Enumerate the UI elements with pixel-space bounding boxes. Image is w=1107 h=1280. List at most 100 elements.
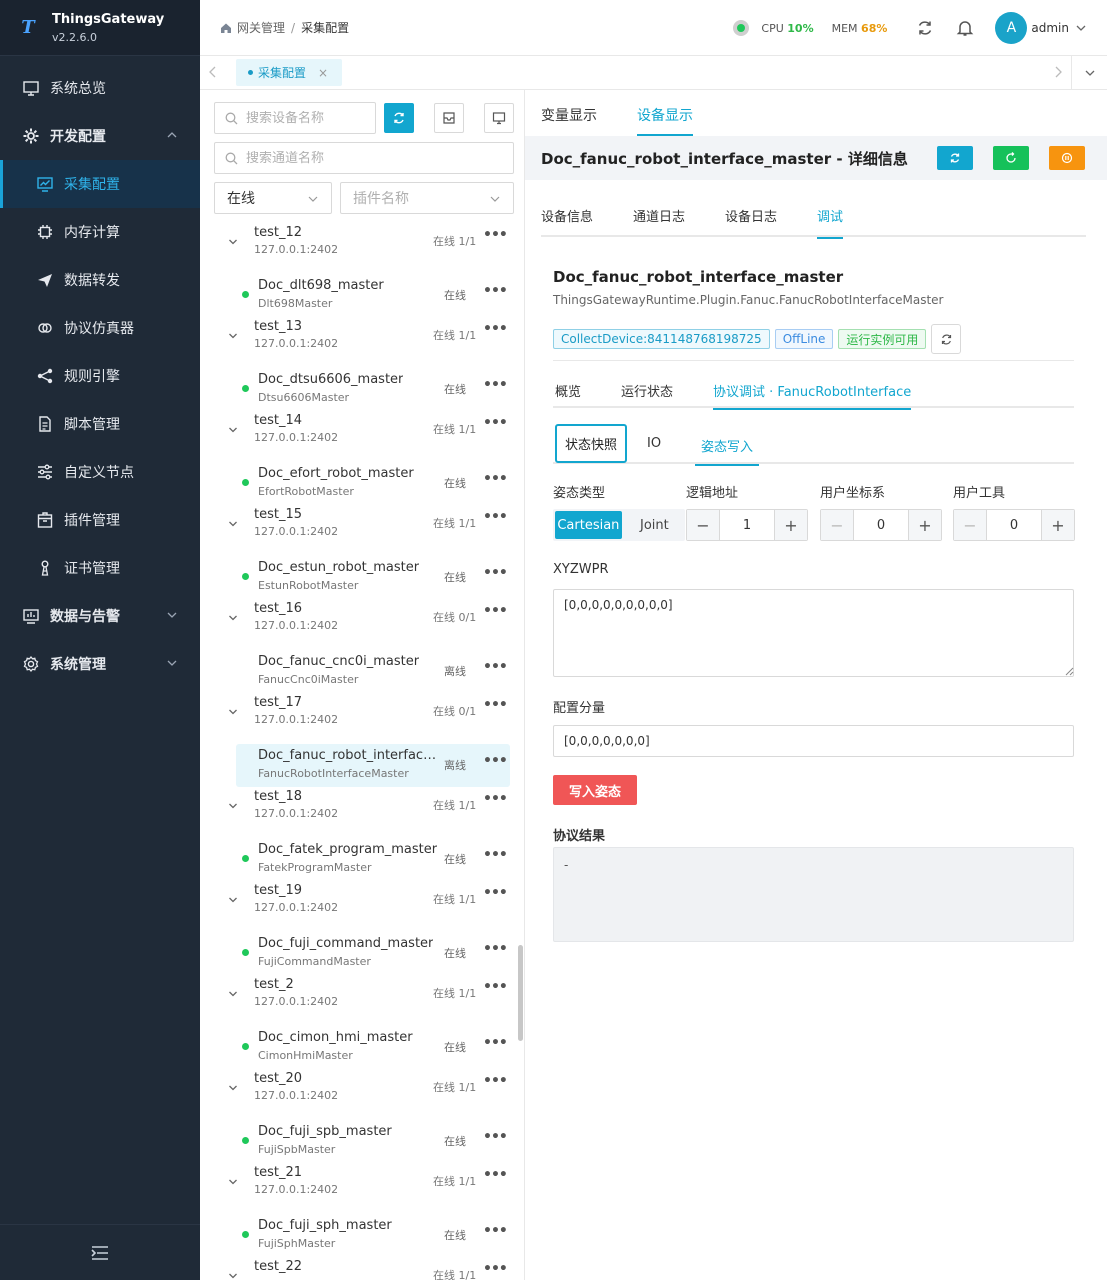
sidebar-item-9[interactable]: 插件管理: [0, 496, 200, 544]
more-icon[interactable]: •••: [483, 509, 508, 525]
decrement-button[interactable]: −: [821, 510, 853, 540]
chevron-down-icon[interactable]: [228, 801, 238, 811]
device-search-input[interactable]: [214, 102, 376, 134]
close-icon[interactable]: ×: [318, 66, 328, 80]
channel-group[interactable]: test_22 在线 1/1 •••: [214, 1259, 514, 1280]
resize-handle-icon[interactable]: [1065, 667, 1074, 676]
increment-button[interactable]: +: [909, 510, 941, 540]
status-filter-select[interactable]: 在线: [214, 182, 332, 214]
more-icon[interactable]: •••: [483, 603, 508, 619]
chevron-down-icon[interactable]: [228, 425, 238, 435]
chevron-down-icon[interactable]: [228, 1083, 238, 1093]
device-item[interactable]: Doc_fanuc_robot_interface_master FanucRob…: [214, 742, 514, 789]
sidebar-item-4[interactable]: 数据转发: [0, 256, 200, 304]
sidebar-item-8[interactable]: 自定义节点: [0, 448, 200, 496]
channel-group[interactable]: test_2 127.0.0.1:2402 在线 1/1 •••: [214, 977, 514, 1024]
tree-scrollbar[interactable]: [518, 945, 523, 1041]
tab-state-snapshot[interactable]: 状态快照: [555, 424, 627, 463]
device-item[interactable]: Doc_efort_robot_master EfortRobotMaster 在线…: [214, 460, 514, 507]
sidebar-item-7[interactable]: 脚本管理: [0, 400, 200, 448]
sidebar-item-5[interactable]: 协议仿真器: [0, 304, 200, 352]
pause-button[interactable]: [1049, 146, 1085, 170]
sidebar-item-0[interactable]: 系统总览: [0, 64, 200, 112]
more-icon[interactable]: •••: [483, 885, 508, 901]
sidebar-item-6[interactable]: 规则引擎: [0, 352, 200, 400]
write-pose-button[interactable]: 写入姿态: [553, 775, 637, 805]
more-icon[interactable]: •••: [483, 753, 508, 769]
sidebar-item-3[interactable]: 内存计算: [0, 208, 200, 256]
increment-button[interactable]: +: [1042, 510, 1074, 540]
channel-group[interactable]: test_21 127.0.0.1:2402 在线 1/1 •••: [214, 1165, 514, 1212]
sidebar-item-12[interactable]: 系统管理: [0, 640, 200, 688]
more-icon[interactable]: •••: [483, 1073, 508, 1089]
avatar[interactable]: A: [995, 12, 1028, 44]
device-item[interactable]: Doc_dlt698_master Dlt698Master 在线 •••: [214, 272, 514, 319]
device-item[interactable]: Doc_fanuc_cnc0i_master FanucCnc0iMaster 离线…: [214, 648, 514, 695]
increment-button[interactable]: +: [775, 510, 807, 540]
more-icon[interactable]: •••: [483, 1035, 508, 1051]
tab-device-view[interactable]: 设备显示: [637, 90, 693, 136]
xyzwpr-textarea[interactable]: [0,0,0,0,0,0,0,0,0]: [553, 589, 1074, 677]
tab-variable-view[interactable]: 变量显示: [541, 90, 597, 136]
device-item[interactable]: Doc_fuji_sph_master FujiSphMaster 在线 •••: [214, 1212, 514, 1259]
more-icon[interactable]: •••: [483, 1223, 508, 1239]
home-icon[interactable]: [220, 22, 232, 34]
chevron-down-icon[interactable]: [228, 707, 238, 717]
breadcrumb-item-gateway[interactable]: 网关管理: [237, 19, 285, 36]
channel-group[interactable]: test_16 127.0.0.1:2402 在线 0/1 •••: [214, 601, 514, 648]
logic-addr-input[interactable]: 1: [719, 510, 775, 540]
tab-protocol-debug[interactable]: 协议调试 · FanucRobotInterface: [713, 370, 912, 410]
more-icon[interactable]: •••: [483, 791, 508, 807]
channel-group[interactable]: test_13 127.0.0.1:2402 在线 1/1 •••: [214, 319, 514, 366]
device-item[interactable]: Doc_estun_robot_master EstunRobotMaster 在线…: [214, 554, 514, 601]
sidebar-item-1[interactable]: 开发配置: [0, 112, 200, 160]
restart-button[interactable]: [993, 146, 1029, 170]
chevron-down-icon[interactable]: [228, 519, 238, 529]
more-icon[interactable]: •••: [483, 1129, 508, 1145]
chevron-down-icon[interactable]: [228, 613, 238, 623]
device-item[interactable]: Doc_fuji_spb_master FujiSpbMaster 在线 •••: [214, 1118, 514, 1165]
device-search-field[interactable]: [246, 110, 366, 126]
sidebar-item-11[interactable]: 数据与告警: [0, 592, 200, 640]
user-name[interactable]: admin: [1031, 21, 1069, 35]
tab-device-log[interactable]: 设备日志: [725, 206, 777, 237]
chevron-down-icon[interactable]: [228, 989, 238, 999]
tab-io[interactable]: IO: [647, 436, 661, 464]
decrement-button[interactable]: −: [954, 510, 986, 540]
tab-overview[interactable]: 概览: [555, 370, 581, 408]
more-icon[interactable]: •••: [483, 847, 508, 863]
chevron-right-icon[interactable]: [1053, 66, 1063, 78]
more-icon[interactable]: •••: [483, 565, 508, 581]
more-icon[interactable]: •••: [483, 659, 508, 675]
decrement-button[interactable]: −: [687, 510, 719, 540]
channel-group[interactable]: test_15 127.0.0.1:2402 在线 1/1 •••: [214, 507, 514, 554]
more-icon[interactable]: •••: [483, 227, 508, 243]
more-icon[interactable]: •••: [483, 1167, 508, 1183]
channel-group[interactable]: test_14 127.0.0.1:2402 在线 1/1 •••: [214, 413, 514, 460]
device-item[interactable]: Doc_fatek_program_master FatekProgramMast…: [214, 836, 514, 883]
page-tab-collect-config[interactable]: 采集配置 ×: [236, 59, 343, 86]
refresh-detail-button[interactable]: [937, 146, 973, 170]
refresh-icon[interactable]: [916, 19, 934, 37]
tab-debug[interactable]: 调试: [817, 206, 844, 239]
tab-channel-log[interactable]: 通道日志: [633, 206, 685, 237]
channel-search-field[interactable]: [246, 150, 486, 166]
user-tool-input[interactable]: 0: [986, 510, 1042, 540]
collapse-sidebar-button[interactable]: [0, 1224, 200, 1280]
sidebar-item-2[interactable]: 采集配置: [0, 160, 200, 208]
chevron-down-icon[interactable]: [228, 895, 238, 905]
chevron-left-icon[interactable]: [208, 66, 218, 78]
tabs-dropdown-button[interactable]: [1071, 56, 1107, 89]
device-item[interactable]: Doc_cimon_hmi_master CimonHmiMaster 在线 •••: [214, 1024, 514, 1071]
more-icon[interactable]: •••: [483, 471, 508, 487]
more-icon[interactable]: •••: [483, 415, 508, 431]
device-item[interactable]: Doc_fuji_command_master FujiCommandMaster…: [214, 930, 514, 977]
plugin-filter-select[interactable]: 插件名称: [340, 182, 514, 214]
more-icon[interactable]: •••: [483, 941, 508, 957]
tab-pose-write[interactable]: 姿态写入: [695, 436, 760, 466]
tab-run-status[interactable]: 运行状态: [621, 370, 673, 408]
export-button[interactable]: [434, 103, 464, 133]
pose-option-joint[interactable]: Joint: [624, 509, 685, 541]
more-icon[interactable]: •••: [483, 697, 508, 713]
chevron-down-icon[interactable]: [1075, 22, 1087, 34]
